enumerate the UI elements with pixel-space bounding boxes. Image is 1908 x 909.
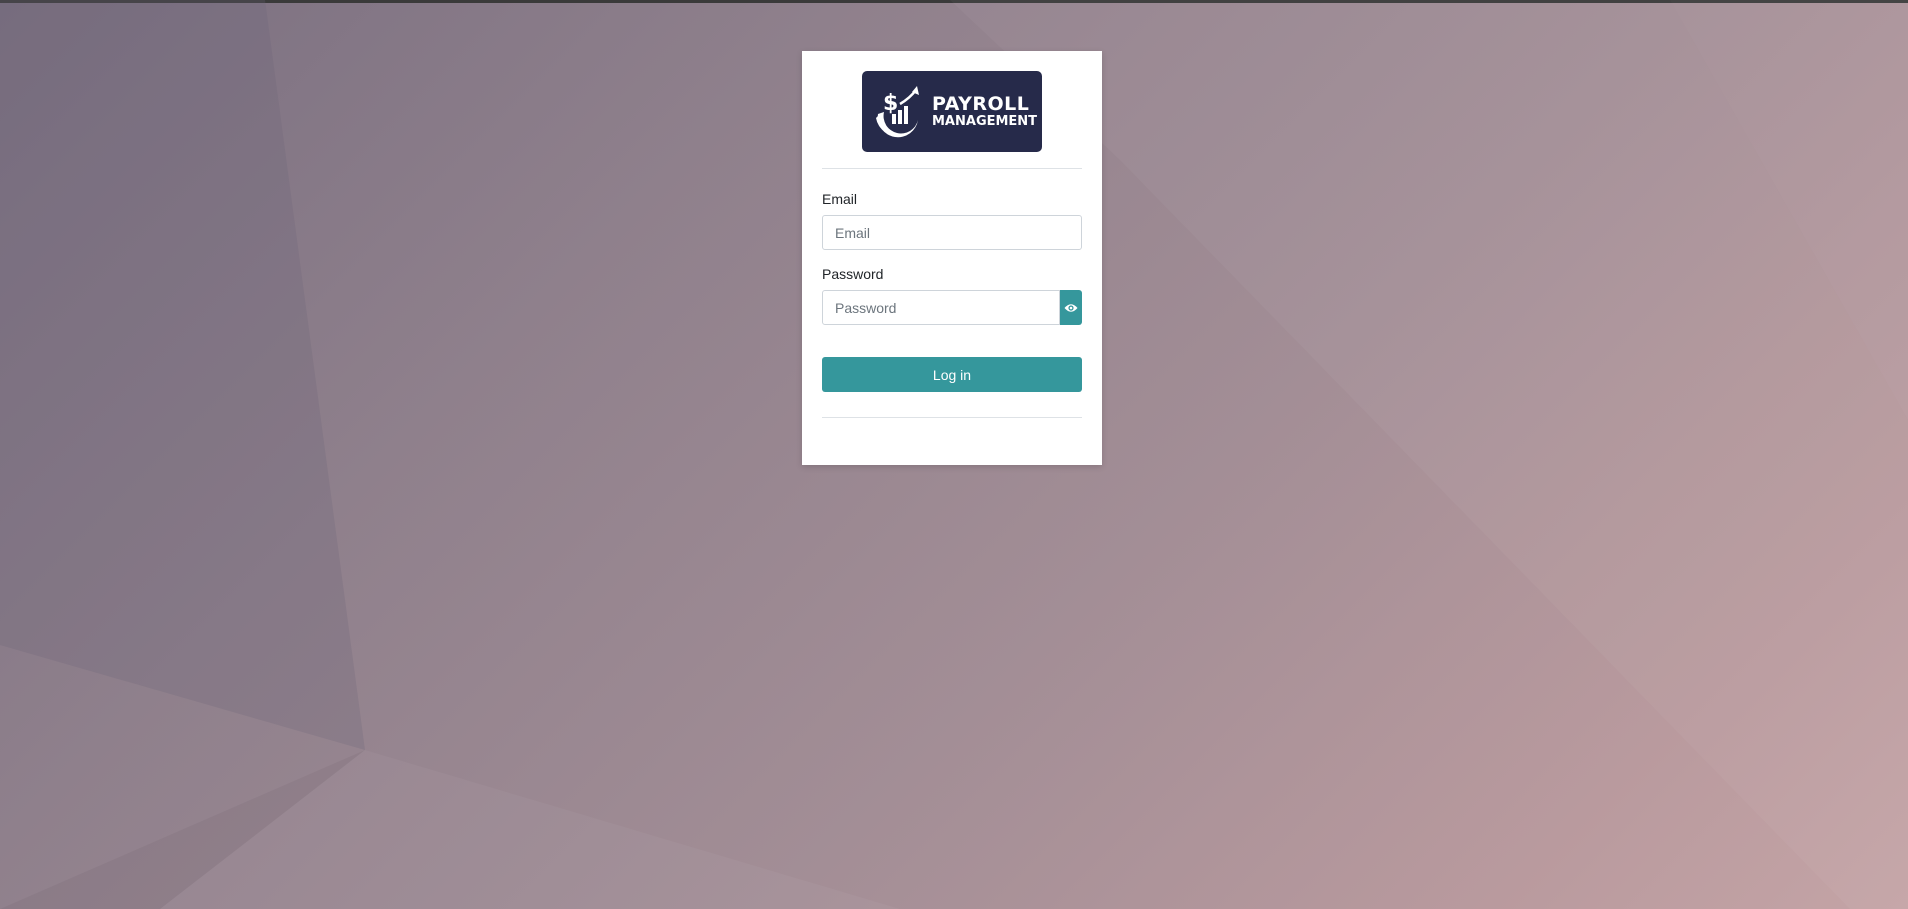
- top-divider: [822, 168, 1082, 169]
- show-password-button[interactable]: [1060, 290, 1082, 325]
- svg-text:$: $: [883, 91, 898, 116]
- company-logo: $ PAYROLL MANAGEMENT: [862, 71, 1042, 152]
- password-group: [822, 290, 1082, 325]
- logo-line-1: PAYROLL: [932, 92, 1030, 115]
- eye-icon: [1064, 303, 1078, 312]
- password-input[interactable]: [822, 290, 1061, 325]
- logo-line-2: MANAGEMENT: [932, 113, 1038, 129]
- password-label: Password: [822, 266, 884, 282]
- login-button[interactable]: Log in: [822, 357, 1082, 392]
- email-label: Email: [822, 191, 858, 207]
- login-card: $ PAYROLL MANAGEMENT Email Password Log …: [802, 51, 1102, 465]
- email-input[interactable]: [822, 215, 1082, 250]
- payroll-logo-icon: $: [876, 85, 919, 137]
- bottom-divider: [822, 417, 1082, 418]
- logo-text: PAYROLL MANAGEMENT: [932, 92, 1038, 129]
- logo-container: $ PAYROLL MANAGEMENT: [822, 51, 1082, 152]
